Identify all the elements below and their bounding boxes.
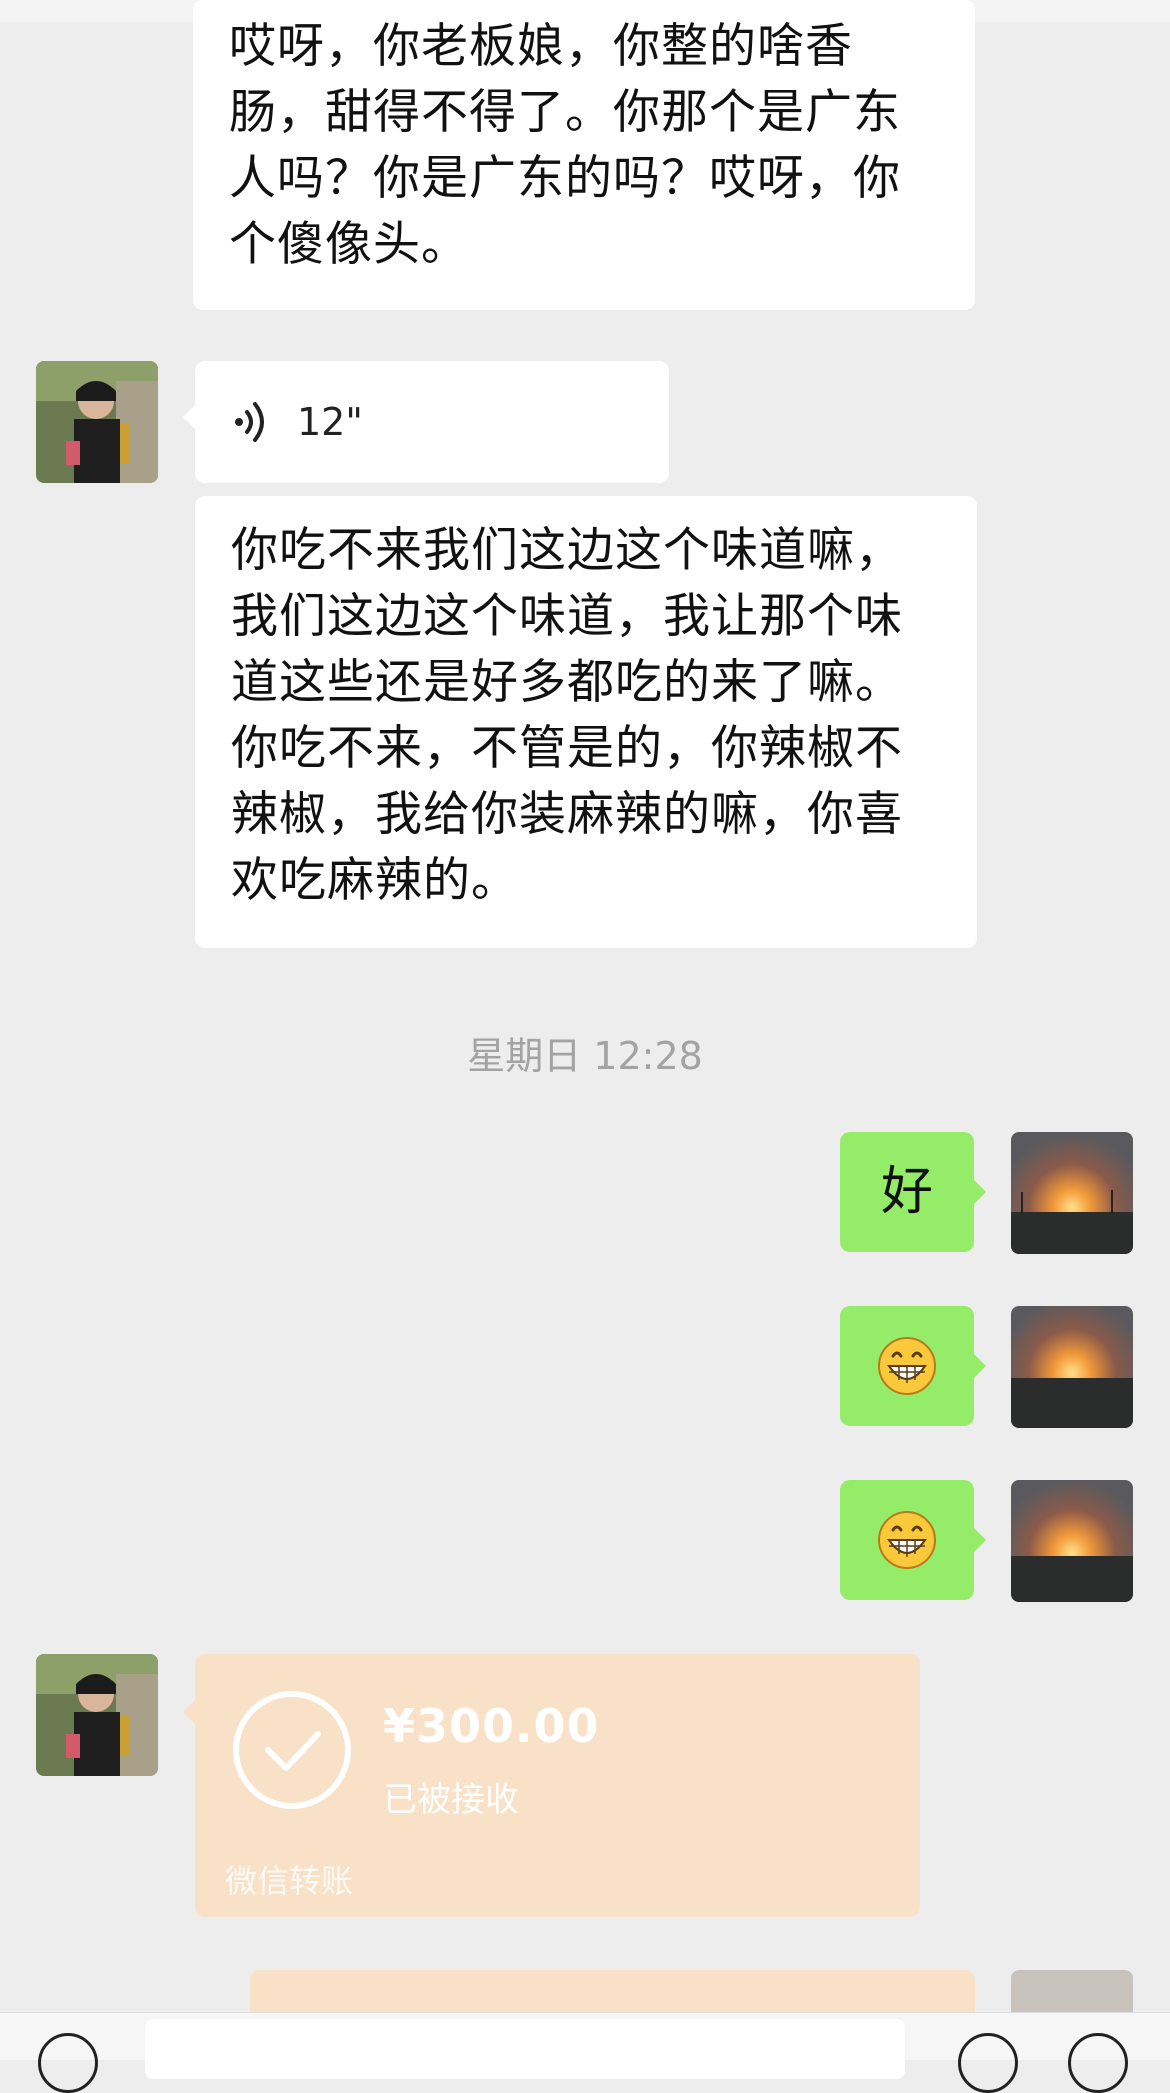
voice-message[interactable]: 12" [183,361,669,483]
chat-timestamp: 星期日 12:28 [467,1034,703,1078]
contact-avatar[interactable] [36,1654,158,1776]
input-bar [0,2012,1170,2093]
grinning-face-emoji [878,1337,936,1395]
message-text: 好 [880,1162,933,1222]
my-avatar-partial[interactable] [1011,1970,1133,2012]
my-avatar[interactable] [1011,1306,1133,1428]
transfer-brand-label: 微信转账 [225,1862,354,1900]
transfer-card-partial[interactable] [250,1970,975,2012]
message-text: 你吃不来我们这边这个味道嘛， 我们这边这个味道，我让那个味 道这些还是好多都吃的… [231,523,903,908]
my-avatar[interactable] [1011,1132,1133,1254]
checkmark-circle-icon [233,1691,351,1809]
transfer-amount: ¥300.00 [383,1699,600,1753]
grinning-face-emoji [878,1511,936,1569]
received-text-message[interactable]: 你吃不来我们这边这个味道嘛， 我们这边这个味道，我让那个味 道这些还是好多都吃的… [195,496,977,948]
emoji-button[interactable] [958,2033,1018,2093]
voice-toggle-button[interactable] [38,2033,98,2093]
message-input[interactable] [145,2019,905,2079]
message-text: 哎呀，你老板娘，你整的啥香 肠，甜得不得了。你那个是广东 人吗？你是广东的吗？哎… [229,19,901,272]
sent-emoji-message[interactable] [840,1306,986,1426]
transfer-card[interactable]: ¥300.00 已被接收 微信转账 [183,1654,920,1917]
my-avatar[interactable] [1011,1480,1133,1602]
transfer-status: 已被接收 [383,1780,519,1820]
sent-text-message[interactable]: 好 [840,1132,986,1252]
voice-duration: 12" [297,400,363,444]
contact-avatar[interactable] [36,361,158,483]
received-text-message[interactable]: 哎呀，你老板娘，你整的啥香 肠，甜得不得了。你那个是广东 人吗？你是广东的吗？哎… [193,0,975,310]
sent-emoji-message[interactable] [840,1480,986,1600]
more-button[interactable] [1068,2033,1128,2093]
voice-wave-icon [235,402,264,442]
